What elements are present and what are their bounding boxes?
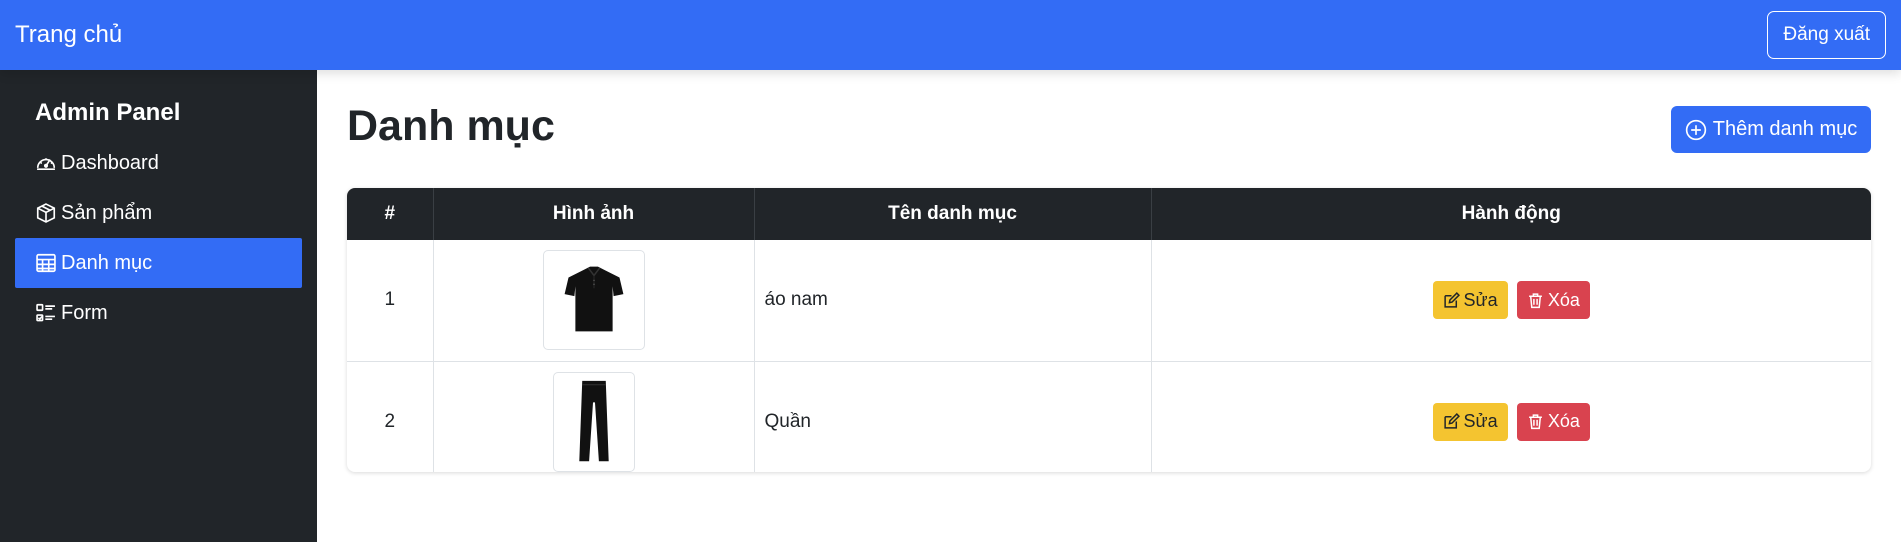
- pants-image: [578, 380, 609, 461]
- categories-table: # Hình ảnh Tên danh mục Hành động 1 áo n…: [347, 188, 1871, 472]
- sidebar-item-form[interactable]: Form: [15, 288, 302, 338]
- category-thumbnail: [552, 371, 635, 472]
- table-header-row: # Hình ảnh Tên danh mục Hành động: [347, 188, 1871, 240]
- trash-icon: [1529, 293, 1542, 308]
- plus-circle-icon: [1685, 119, 1706, 140]
- sidebar-item-label: Sản phẩm: [61, 201, 153, 224]
- sidebar-nav: Dashboard Sản phẩm Danh mục Form: [0, 138, 317, 338]
- home-link[interactable]: Trang chủ: [15, 21, 122, 49]
- edit-button[interactable]: Sửa: [1432, 402, 1508, 441]
- table-icon: [36, 253, 56, 273]
- checklist-icon: [36, 303, 55, 322]
- edit-icon: [1443, 291, 1460, 308]
- sidebar-item-label: Danh mục: [61, 251, 153, 274]
- box-icon: [36, 203, 56, 223]
- column-header-index: #: [347, 188, 434, 240]
- top-navbar: Trang chủ Đăng xuất: [0, 0, 1901, 70]
- row-index: 2: [347, 361, 434, 472]
- sidebar-item-products[interactable]: Sản phẩm: [15, 188, 302, 238]
- row-name: Quần: [754, 361, 1152, 472]
- row-index: 1: [347, 240, 434, 362]
- table-row: 2 Quần Sửa Xóa: [347, 361, 1871, 472]
- column-header-name: Tên danh mục: [754, 188, 1152, 240]
- main-content: Danh mục Thêm danh mục # Hình ảnh Tên da…: [317, 70, 1901, 542]
- column-header-image: Hình ảnh: [433, 188, 755, 240]
- row-actions: Sửa Xóa: [1151, 361, 1871, 472]
- table-row: 1 áo nam Sửa Xóa: [347, 240, 1871, 362]
- category-thumbnail: [542, 250, 645, 351]
- categories-table-card: # Hình ảnh Tên danh mục Hành động 1 áo n…: [347, 188, 1871, 472]
- sidebar-item-dashboard[interactable]: Dashboard: [15, 138, 302, 188]
- row-actions: Sửa Xóa: [1151, 240, 1871, 362]
- edit-icon: [1443, 413, 1460, 429]
- row-image-cell: [433, 361, 755, 472]
- row-image-cell: [433, 240, 755, 362]
- page-title: Danh mục: [347, 102, 555, 150]
- shirt-image: [564, 266, 623, 332]
- sidebar-item-categories[interactable]: Danh mục: [15, 238, 302, 288]
- speedometer-icon: [36, 158, 56, 171]
- delete-button[interactable]: Xóa: [1516, 402, 1590, 441]
- edit-button[interactable]: Sửa: [1432, 281, 1508, 320]
- sidebar-title: Admin Panel: [35, 98, 181, 126]
- edit-label: Sửa: [1463, 411, 1498, 431]
- delete-button[interactable]: Xóa: [1516, 281, 1590, 320]
- logout-button[interactable]: Đăng xuất: [1767, 11, 1886, 59]
- sidebar: Admin Panel Dashboard Sản phẩm Danh mục …: [0, 70, 317, 542]
- sidebar-item-label: Form: [61, 301, 108, 324]
- delete-label: Xóa: [1547, 289, 1580, 310]
- row-name: áo nam: [754, 240, 1152, 362]
- add-category-label: Thêm danh mục: [1712, 118, 1858, 140]
- edit-label: Sửa: [1463, 289, 1498, 310]
- trash-icon: [1529, 414, 1542, 430]
- sidebar-item-label: Dashboard: [61, 151, 159, 174]
- delete-label: Xóa: [1547, 411, 1580, 431]
- column-header-actions: Hành động: [1151, 188, 1871, 240]
- add-category-button[interactable]: Thêm danh mục: [1671, 106, 1871, 153]
